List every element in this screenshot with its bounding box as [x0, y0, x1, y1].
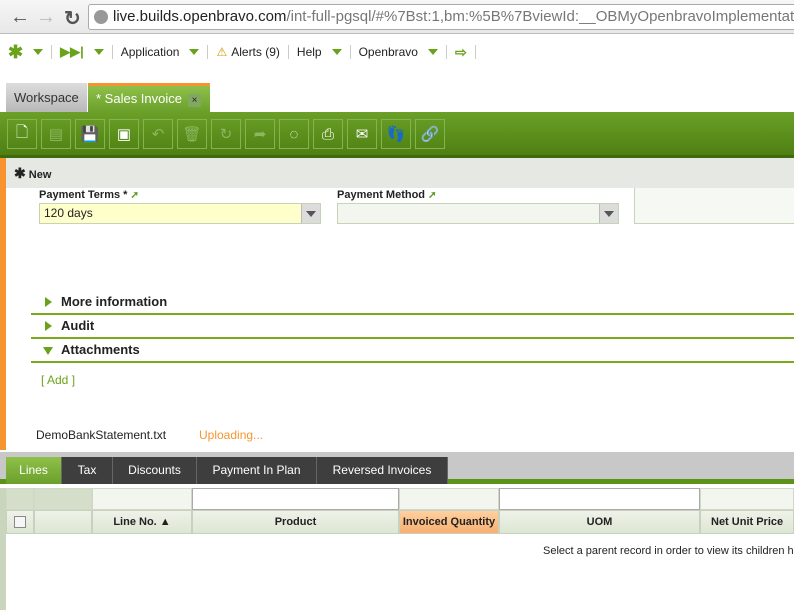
chevron-down-icon — [33, 49, 44, 55]
link-arrow-icon: ➚ — [130, 190, 139, 201]
payment-terms-label: Payment Terms * ➚ — [39, 189, 139, 201]
asterisk-icon: ✱ — [8, 41, 24, 62]
tab-discounts[interactable]: Discounts — [113, 457, 197, 484]
form-toolbar: 🗋 ▤ 💾 ▣ ↶ 🗑 ↻ ➦ ◌ ⎙ ✉ 👣 🔗 — [0, 112, 794, 158]
filter-invoiced-quantity[interactable] — [399, 488, 499, 510]
undo-button[interactable]: ↶ — [143, 119, 173, 149]
payment-method-label: Payment Method ➚ — [337, 189, 437, 201]
filter-net-unit-price[interactable] — [700, 488, 794, 510]
edit-indicator — [0, 158, 6, 450]
save-close-button[interactable]: ▣ — [109, 119, 139, 149]
chevron-down-icon — [331, 49, 342, 55]
back-icon[interactable]: ← — [10, 6, 30, 29]
print-button[interactable]: ⎙ — [313, 119, 343, 149]
readonly-field — [634, 188, 794, 224]
column-uom[interactable]: UOM — [499, 510, 700, 534]
url-host: live.builds.openbravo.com — [113, 8, 287, 25]
globe-icon — [94, 10, 108, 24]
warning-icon: ⚠ — [216, 45, 228, 59]
loading-icon: ◌ — [279, 119, 309, 149]
new-document-button[interactable]: 🗋 — [7, 119, 37, 149]
tab-workspace[interactable]: Workspace — [6, 83, 87, 112]
status-bar: ✱ New — [6, 158, 794, 188]
section-attachments[interactable]: Attachments — [31, 339, 794, 363]
address-bar[interactable]: live.builds.openbravo.com/int-full-pgsql… — [88, 4, 794, 30]
tab-label: Workspace — [14, 90, 79, 105]
collapse-icon — [43, 347, 53, 355]
add-attachment-link[interactable]: [ Add ] — [41, 373, 75, 387]
url-path: /int-full-pgsql/#%7Bst:1,bm:%5B%7BviewId… — [286, 8, 794, 25]
tab-payment-in-plan[interactable]: Payment In Plan — [197, 457, 317, 484]
filter-cell — [6, 488, 34, 510]
user-label: Openbravo — [358, 45, 418, 59]
audit-trail-button[interactable]: 👣 — [381, 119, 411, 149]
close-tab-icon[interactable]: × — [188, 94, 201, 107]
user-menu[interactable]: Openbravo — [351, 45, 447, 59]
payment-method-select[interactable] — [337, 203, 619, 224]
help-label: Help — [296, 45, 322, 59]
application-menu[interactable]: Application — [113, 45, 209, 59]
forward-icon[interactable]: → — [36, 6, 56, 29]
alerts-label: Alerts (9) — [231, 45, 280, 59]
header-cell — [34, 510, 92, 534]
quick-create-menu[interactable]: ✱ — [0, 42, 53, 62]
section-more-information[interactable]: More information — [31, 291, 794, 315]
tab-lines[interactable]: Lines — [6, 457, 62, 484]
chevron-down-icon — [427, 49, 438, 55]
child-tabs: Lines Tax Discounts Payment In Plan Reve… — [0, 452, 794, 484]
fast-forward-icon: ▶▶| — [60, 44, 84, 59]
select-all-checkbox[interactable] — [14, 516, 26, 528]
logout-icon: ⇨ — [454, 43, 467, 60]
delete-button[interactable]: 🗑 — [177, 119, 207, 149]
save-button[interactable]: 💾 — [75, 119, 105, 149]
tab-sales-invoice[interactable]: * Sales Invoice × — [88, 83, 210, 112]
reload-icon[interactable]: ↻ — [64, 6, 81, 31]
alerts-link[interactable]: ⚠ Alerts (9) — [208, 45, 289, 59]
grid-empty-message: Select a parent record in order to view … — [543, 545, 794, 557]
column-line-no[interactable]: Line No. ▲ — [92, 510, 192, 534]
quick-launch-menu[interactable]: ▶▶| — [52, 44, 113, 59]
filter-cell — [34, 488, 92, 510]
column-net-unit-price[interactable]: Net Unit Price — [700, 510, 794, 534]
tab-label: * Sales Invoice — [96, 91, 182, 106]
payment-terms-select[interactable]: 120 days — [39, 203, 321, 224]
payment-terms-value: 120 days — [44, 206, 93, 220]
filter-product[interactable] — [192, 488, 399, 510]
export-button[interactable]: ➦ — [245, 119, 275, 149]
upload-status: Uploading... — [199, 428, 264, 442]
link-button[interactable]: 🔗 — [415, 119, 445, 149]
section-audit[interactable]: Audit — [31, 315, 794, 339]
refresh-button[interactable]: ↻ — [211, 119, 241, 149]
link-arrow-icon: ➚ — [428, 190, 437, 201]
column-product[interactable]: Product — [192, 510, 399, 534]
filter-line-no[interactable] — [92, 488, 192, 510]
tab-reversed-invoices[interactable]: Reversed Invoices — [317, 457, 448, 484]
filter-uom[interactable] — [499, 488, 700, 510]
application-label: Application — [120, 45, 180, 59]
chevron-down-icon[interactable] — [301, 204, 320, 223]
email-button[interactable]: ✉ — [347, 119, 377, 149]
column-invoiced-quantity[interactable]: Invoiced Quantity — [399, 510, 499, 534]
chevron-down-icon[interactable] — [599, 204, 618, 223]
expand-icon — [45, 297, 52, 307]
expand-icon — [45, 321, 52, 331]
main-menu: ✱ ▶▶| Application ⚠ Alerts (9) Help Openb… — [0, 40, 476, 64]
status-text: New — [28, 169, 52, 181]
tab-tax[interactable]: Tax — [62, 457, 113, 484]
new-row-button[interactable]: ▤ — [41, 119, 71, 149]
help-menu[interactable]: Help — [289, 45, 351, 59]
chevron-down-icon — [189, 49, 200, 55]
asterisk-icon: ✱ — [14, 165, 26, 181]
chevron-down-icon — [93, 49, 104, 55]
attachment-filename: DemoBankStatement.txt — [36, 428, 167, 442]
logout-button[interactable]: ⇨ — [447, 43, 476, 60]
